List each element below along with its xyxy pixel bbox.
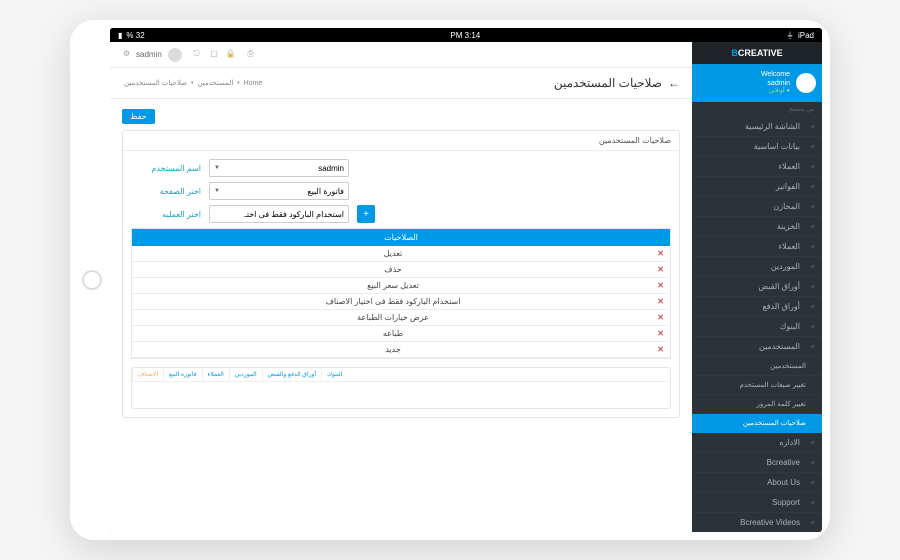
sidebar-item[interactable]: ◦Support: [692, 493, 822, 513]
menu-icon: ◦: [806, 162, 814, 170]
menu-icon: ◦: [806, 282, 814, 290]
sidebar-subitem[interactable]: صلاحيات المستخدمين: [692, 414, 822, 433]
sidebar-item[interactable]: ◦الفواتير: [692, 177, 822, 197]
sidebar-item[interactable]: ◦العملاء: [692, 237, 822, 257]
table-header: الصلاحيات: [132, 229, 670, 246]
sidebar-item[interactable]: ◦العملاء: [692, 157, 822, 177]
menu-icon: ◦: [806, 322, 814, 330]
menu-icon: ◦: [806, 498, 814, 506]
topbar: ⚙ sadmin ⎋ ▢ 🔒 ⎙: [110, 42, 692, 68]
operation-label: اختر العمليه: [131, 210, 201, 219]
table-row: ✕جديد: [132, 342, 670, 358]
chevron-down-icon: ▼: [214, 188, 220, 194]
lock-icon[interactable]: 🔒: [224, 49, 236, 61]
menu-icon: ◦: [806, 182, 814, 190]
delete-icon[interactable]: ✕: [648, 329, 664, 338]
clock: 3:14 PM: [450, 31, 480, 40]
page-title: ← صلاحيات المستخدمين: [554, 76, 680, 90]
print-icon[interactable]: ⎙: [242, 49, 254, 61]
delete-icon[interactable]: ✕: [648, 265, 664, 274]
sidebar-item[interactable]: ◦بيانات اساسية: [692, 137, 822, 157]
add-button[interactable]: +: [357, 205, 375, 223]
sidebar-item[interactable]: ◦الشاشة الرئيسية: [692, 117, 822, 137]
delete-icon[interactable]: ✕: [648, 249, 664, 258]
avatar: [796, 73, 816, 93]
menu-icon: ◦: [806, 262, 814, 270]
table-row: ✕تعديل: [132, 246, 670, 262]
sidebar-item[interactable]: ◦الخزينة: [692, 217, 822, 237]
tab[interactable]: أوراق الدفع والقبض: [262, 368, 321, 381]
save-button-top[interactable]: حفظ: [122, 109, 155, 124]
panel-header: صلاحيات المستخدمين: [123, 131, 679, 151]
table-row: ✕تعديل سعر البيع: [132, 278, 670, 294]
monitor-icon[interactable]: ▢: [206, 49, 218, 61]
menu-icon: ◦: [806, 302, 814, 310]
operation-select[interactable]: استخدام الباركود فقط فى اختـ: [209, 205, 349, 223]
sidebar-item[interactable]: ◦الموردين: [692, 257, 822, 277]
chevron-down-icon: ▼: [214, 165, 220, 171]
delete-icon[interactable]: ✕: [648, 281, 664, 290]
sidebar-item[interactable]: ◦About Us: [692, 473, 822, 493]
table-row: ✕حذف: [132, 262, 670, 278]
topbar-user: sadmin: [136, 50, 162, 59]
tabs-panel: الاصناففاتورة البيعالعملاءالموردينأوراق …: [131, 367, 671, 409]
sidebar-subitem[interactable]: المستخدمين: [692, 357, 822, 376]
settings-icon[interactable]: ⚙: [118, 49, 130, 61]
menu-icon: ◦: [806, 478, 814, 486]
table-row: ✕عرض خيارات الطباعة: [132, 310, 670, 326]
delete-icon[interactable]: ✕: [648, 345, 664, 354]
sidebar-item[interactable]: ◦الاداره: [692, 433, 822, 453]
menu-icon: ◦: [806, 242, 814, 250]
menu-icon: ◦: [806, 122, 814, 130]
page-select[interactable]: فاتورة البيع▼: [209, 182, 349, 200]
sidebar-item[interactable]: ◦Bcreative: [692, 453, 822, 473]
wifi-icon: ⏚: [786, 30, 794, 41]
menu-icon: ◦: [806, 222, 814, 230]
status-bar: iPad ⏚ 3:14 PM 32 % ▮: [110, 28, 822, 42]
device-label: iPad: [798, 31, 814, 40]
menu-icon: ◦: [806, 202, 814, 210]
menu-icon: ◦: [806, 518, 814, 526]
logout-icon[interactable]: ⎋: [188, 49, 200, 61]
delete-icon[interactable]: ✕: [648, 313, 664, 322]
username: sadmin: [761, 79, 790, 88]
back-arrow[interactable]: ←: [668, 76, 680, 90]
sidebar-item[interactable]: ◦البنوك: [692, 317, 822, 337]
user-label: اسم المستخدم: [131, 164, 201, 173]
user-box[interactable]: Welcome sadmin ● أونلاين: [692, 64, 822, 102]
brand-logo: BCREATIVE: [692, 42, 822, 64]
tab[interactable]: البنوك: [321, 368, 347, 381]
tab[interactable]: الاصناف: [132, 368, 163, 381]
tab[interactable]: الموردين: [229, 368, 262, 381]
page-label: اختر الصفحة: [131, 187, 201, 196]
sidebar-section: من يتصفح: [692, 102, 822, 117]
breadcrumb: Home • المستخدمين • صلاحيات المستخدمين: [122, 79, 264, 87]
user-select[interactable]: sadmin▼: [209, 159, 349, 177]
topbar-avatar[interactable]: [168, 48, 182, 62]
battery-icon: ▮: [118, 31, 122, 40]
welcome-label: Welcome: [761, 70, 790, 79]
menu-icon: ◦: [806, 342, 814, 350]
menu-icon: ◦: [806, 438, 814, 446]
sidebar-subitem[interactable]: تغيير صيغات المستخدم: [692, 376, 822, 395]
menu-icon: ◦: [806, 142, 814, 150]
delete-icon[interactable]: ✕: [648, 297, 664, 306]
sidebar-item[interactable]: ◦المستخدمين: [692, 337, 822, 357]
table-row: ✕طباعه: [132, 326, 670, 342]
tab[interactable]: فاتورة البيع: [163, 368, 201, 381]
menu-icon: ◦: [806, 458, 814, 466]
online-status: ● أونلاين: [761, 88, 790, 96]
table-row: ✕استخدام الباركود فقط فى اختيار الاصناف: [132, 294, 670, 310]
permissions-table: الصلاحيات ✕تعديل✕حذف✕تعديل سعر البيع✕است…: [131, 228, 671, 359]
sidebar-item[interactable]: ◦المخازن: [692, 197, 822, 217]
sidebar: BCREATIVE Welcome sadmin ● أونلاين من يت…: [692, 42, 822, 532]
battery-label: 32 %: [126, 31, 144, 40]
sidebar-item[interactable]: ◦أوراق الدفع: [692, 297, 822, 317]
sidebar-item[interactable]: ◦Bcreative Videos: [692, 513, 822, 532]
tab[interactable]: العملاء: [202, 368, 229, 381]
sidebar-subitem[interactable]: تغيير كلمة المرور: [692, 395, 822, 414]
sidebar-item[interactable]: ◦أوراق القبض: [692, 277, 822, 297]
home-button[interactable]: [82, 270, 102, 290]
